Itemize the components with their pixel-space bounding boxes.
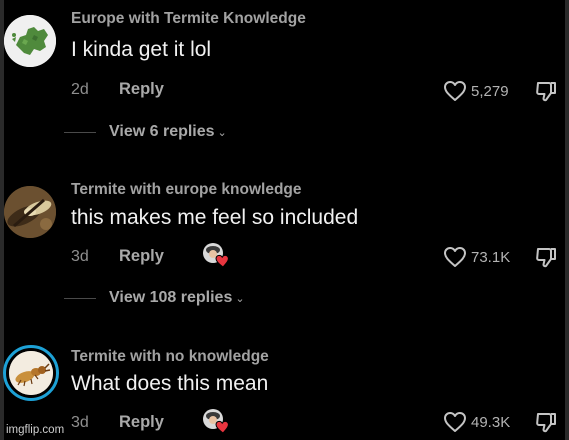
- chevron-down-icon: ⌄: [217, 126, 227, 139]
- reply-button[interactable]: Reply: [119, 413, 164, 432]
- like-count: 5,279: [471, 82, 509, 100]
- like-button[interactable]: 73.1K: [443, 245, 510, 269]
- like-button[interactable]: 49.3K: [443, 410, 510, 434]
- thread-divider: [64, 297, 96, 299]
- reply-button[interactable]: Reply: [119, 80, 164, 99]
- europe-map-icon[interactable]: [4, 15, 56, 67]
- dislike-button[interactable]: [534, 245, 558, 269]
- heart-outline-icon: [444, 247, 466, 267]
- like-count: 49.3K: [471, 413, 511, 431]
- reply-button[interactable]: Reply: [119, 247, 164, 266]
- thread-divider: [64, 131, 96, 133]
- thumbs-down-icon: [536, 248, 556, 268]
- comment-timestamp: 3d: [71, 248, 89, 265]
- comment-username[interactable]: Termite with no knowledge: [71, 348, 269, 366]
- comment-username[interactable]: Termite with europe knowledge: [71, 181, 302, 199]
- heart-outline-icon: [444, 412, 466, 432]
- heart-outline-icon: [444, 81, 466, 101]
- thumbs-down-icon: [536, 82, 556, 102]
- imgflip-watermark: imgflip.com: [6, 424, 65, 436]
- creator-avatar-heart-icon: [203, 243, 229, 268]
- comment-text: I kinda get it lol: [71, 38, 212, 61]
- view-replies-button[interactable]: View 6 replies ⌄: [64, 122, 227, 142]
- thumbs-down-icon: [536, 413, 556, 433]
- comment-timestamp: 2d: [71, 81, 89, 98]
- like-button[interactable]: 5,279: [443, 79, 509, 103]
- chevron-down-icon: ⌄: [235, 292, 245, 305]
- view-replies-label: View 6 replies: [109, 123, 215, 140]
- creator-avatar-heart-icon: [203, 409, 229, 434]
- view-replies-label: View 108 replies: [109, 289, 233, 306]
- comment-text: this makes me feel so included: [71, 206, 359, 229]
- creator-liked-badge: [201, 241, 231, 269]
- dislike-button[interactable]: [534, 410, 558, 434]
- comment-timestamp: 3d: [71, 414, 89, 431]
- comment-text: What does this mean: [71, 372, 269, 395]
- view-replies-button[interactable]: View 108 replies ⌄: [64, 288, 245, 308]
- creator-liked-badge: [201, 407, 231, 435]
- termite-photo-icon[interactable]: [4, 186, 56, 238]
- termite-drawing-icon[interactable]: [3, 345, 59, 401]
- like-count: 73.1K: [471, 248, 511, 266]
- dislike-button[interactable]: [534, 79, 558, 103]
- comment-username[interactable]: Europe with Termite Knowledge: [71, 10, 306, 28]
